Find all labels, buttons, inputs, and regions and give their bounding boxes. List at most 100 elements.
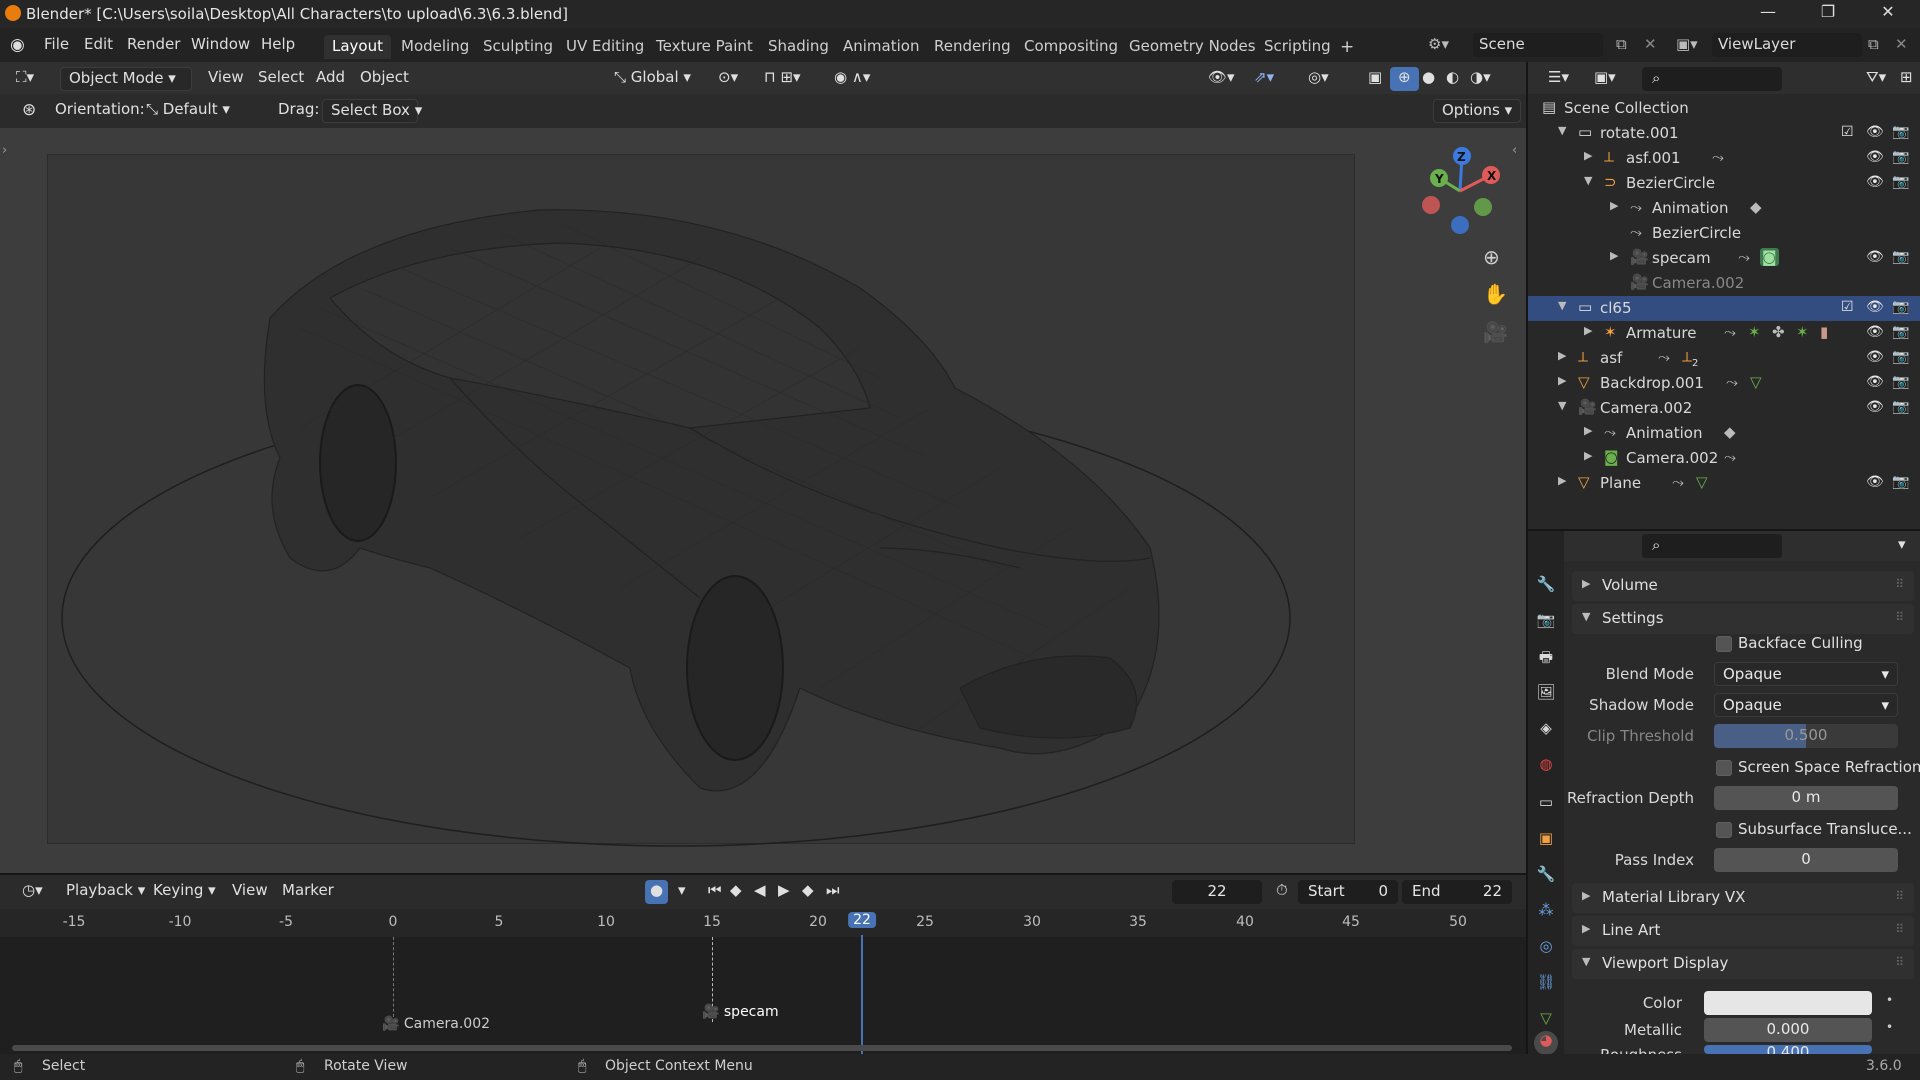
close-button[interactable]: ✕	[1866, 2, 1910, 26]
render-camera-icon[interactable]: 📷	[1892, 174, 1909, 190]
outliner-row[interactable]: ▶ ⟂ asf ⤳ ⟂2 👁 📷	[1528, 346, 1920, 371]
menu-object[interactable]: Object	[352, 67, 417, 91]
render-tab-icon[interactable]: 📷	[1534, 611, 1558, 635]
playhead-line[interactable]	[861, 935, 863, 1056]
marker-specam[interactable]: 🎥 specam	[702, 1004, 779, 1020]
marker-camera[interactable]: 🎥 Camera.002	[382, 1016, 490, 1032]
outliner-row[interactable]: ⤳ BezierCircle	[1528, 221, 1920, 246]
outliner-row-selected[interactable]: ▼ ▭ cl65 ☑ 👁 📷	[1528, 296, 1920, 321]
render-camera-icon[interactable]: 📷	[1892, 399, 1909, 415]
world-tab-icon[interactable]: ◍	[1534, 755, 1558, 779]
timeline-editor-type-icon[interactable]: ◷▾	[14, 880, 51, 904]
panel-viewport-display[interactable]: ▼ Viewport Display ⠿	[1572, 949, 1914, 979]
new-view-layer-icon[interactable]: ⧉	[1868, 35, 1879, 53]
start-frame-field[interactable]: Start 0	[1298, 880, 1398, 904]
minimize-button[interactable]: —	[1746, 2, 1790, 26]
shading-rendered-icon[interactable]: ◑▾	[1462, 67, 1499, 91]
menu-help[interactable]: Help	[261, 35, 295, 53]
render-camera-icon[interactable]: 📷	[1892, 249, 1909, 265]
properties-options-icon[interactable]: ▾	[1890, 534, 1914, 558]
expand-triangle-icon[interactable]: ▶	[1610, 199, 1618, 212]
menu-select[interactable]: Select	[250, 67, 312, 91]
eye-icon[interactable]: 👁	[1866, 324, 1884, 340]
panel-material-library[interactable]: ▶ Material Library VX ⠿	[1572, 883, 1914, 913]
mode-dropdown[interactable]: Object Mode ▾	[60, 67, 192, 91]
menu-window[interactable]: Window	[191, 35, 250, 53]
toolbar-toggle-icon[interactable]: ›	[2, 143, 7, 158]
render-camera-icon[interactable]: 📷	[1892, 124, 1909, 140]
tab-uv-editing[interactable]: UV Editing	[558, 35, 652, 59]
outliner-editor-type-icon[interactable]: ☰▾	[1540, 67, 1577, 91]
collapse-triangle-icon[interactable]: ▼	[1558, 124, 1566, 137]
particles-tab-icon[interactable]: ⁂	[1534, 901, 1558, 925]
expand-triangle-icon[interactable]: ▶	[1610, 249, 1618, 262]
panel-volume[interactable]: ▶ Volume ⠿	[1572, 571, 1914, 601]
keyframe-dot-icon[interactable]: •	[1886, 1020, 1893, 1034]
outliner-row[interactable]: ▶ 🎥 specam ⤳ ◙ 👁 📷	[1528, 246, 1920, 271]
keyframe-dot-icon[interactable]: •	[1886, 993, 1893, 1007]
menu-playback[interactable]: Playback ▾	[58, 880, 153, 904]
menu-edit[interactable]: Edit	[84, 35, 113, 53]
tab-scripting[interactable]: Scripting	[1256, 35, 1339, 59]
collapse-triangle-icon[interactable]: ▼	[1558, 299, 1566, 312]
eye-icon[interactable]: 👁	[1866, 299, 1884, 315]
collapse-triangle-icon[interactable]: ▼	[1558, 399, 1566, 412]
eye-icon[interactable]: 👁	[1866, 399, 1884, 415]
expand-triangle-icon[interactable]: ▶	[1584, 449, 1592, 462]
scene-selector-icon[interactable]: ⚙▾	[1428, 35, 1449, 53]
outliner-row[interactable]: ▼ 🎥 Camera.002 👁 📷	[1528, 396, 1920, 421]
delete-scene-icon[interactable]: ✕	[1644, 35, 1657, 53]
add-workspace-button[interactable]: +	[1332, 35, 1362, 59]
render-camera-icon[interactable]: 📷	[1892, 324, 1909, 340]
outliner-row[interactable]: 🎥 Camera.002	[1528, 271, 1920, 296]
panel-line-art[interactable]: ▶ Line Art ⠿	[1572, 916, 1914, 946]
sidebar-toggle-icon[interactable]: ‹	[1512, 143, 1517, 158]
expand-triangle-icon[interactable]: ▶	[1584, 324, 1592, 337]
keying-dropdown-icon[interactable]: ▾	[670, 880, 694, 904]
outliner-row[interactable]: ▶ ▽ Plane ⤳ ▽ 👁 📷	[1528, 471, 1920, 496]
pan-hand-icon[interactable]: ✋	[1483, 282, 1508, 306]
menu-render[interactable]: Render	[127, 35, 180, 53]
maximize-button[interactable]: ❐	[1806, 2, 1850, 26]
expand-triangle-icon[interactable]: ▶	[1558, 474, 1566, 487]
drag-grip-icon[interactable]: ⠿	[1895, 577, 1904, 591]
view-layer-name-field[interactable]: ViewLayer	[1712, 33, 1862, 57]
menu-marker[interactable]: Marker	[274, 880, 342, 904]
outliner-row[interactable]: ▶ ✶ Armature ⤳ ✶ ✤ ✶ ▮ 👁 📷	[1528, 321, 1920, 346]
jump-end-icon[interactable]: ⏭	[818, 880, 848, 904]
visibility-icon[interactable]: 👁▾	[1200, 67, 1243, 91]
eye-icon[interactable]: 👁	[1866, 174, 1884, 190]
backface-culling-checkbox[interactable]	[1716, 636, 1732, 652]
scene-name-field[interactable]: Scene	[1473, 33, 1603, 57]
render-camera-icon[interactable]: 📷	[1892, 374, 1909, 390]
pivot-point-icon[interactable]: ⊙▾	[710, 67, 746, 91]
new-scene-icon[interactable]: ⧉	[1616, 35, 1627, 53]
outliner-row[interactable]: ▶ ⟂ asf.001 ⤳ 👁 📷	[1528, 146, 1920, 171]
tab-animation[interactable]: Animation	[835, 35, 927, 59]
new-collection-icon[interactable]: ⊞	[1892, 67, 1920, 91]
blender-menu-icon[interactable]: ◉	[10, 35, 25, 55]
menu-file[interactable]: File	[44, 35, 69, 53]
outliner-row[interactable]: ▶ ◙ Camera.002 ⤳	[1528, 446, 1920, 471]
menu-view[interactable]: View	[200, 67, 252, 91]
filter-icon[interactable]: ⛛▾	[1858, 67, 1894, 91]
color-swatch[interactable]	[1704, 991, 1872, 1015]
use-preview-range-icon[interactable]: ⏱	[1268, 880, 1296, 904]
3d-viewport[interactable]: Z Y X ⊕ ✋ 🎥 ‹ ›	[0, 128, 1526, 873]
subsurface-translucency-checkbox[interactable]	[1716, 822, 1732, 838]
menu-keying[interactable]: Keying ▾	[145, 880, 224, 904]
tab-modeling[interactable]: Modeling	[393, 35, 477, 59]
blend-mode-dropdown[interactable]: Opaque ▾	[1714, 662, 1898, 686]
tab-geometry-nodes[interactable]: Geometry Nodes	[1121, 35, 1264, 59]
properties-search-input[interactable]: ⌕	[1642, 534, 1782, 558]
zoom-icon[interactable]: ⊕	[1483, 245, 1500, 269]
end-frame-field[interactable]: End 22	[1402, 880, 1512, 904]
tab-texture-paint[interactable]: Texture Paint	[648, 35, 761, 59]
timeline-frame-ruler[interactable]: -15 -10 -5 0 5 10 15 20 22 25 30 35 40 4…	[0, 909, 1526, 937]
pass-index-field[interactable]: 0	[1714, 848, 1898, 872]
overlay-toggle-icon[interactable]: ◎▾	[1300, 67, 1337, 91]
expand-triangle-icon[interactable]: ▶	[1558, 349, 1566, 362]
refraction-depth-field[interactable]: 0 m	[1714, 786, 1898, 810]
menu-add[interactable]: Add	[308, 67, 353, 91]
render-camera-icon[interactable]: 📷	[1892, 299, 1909, 315]
